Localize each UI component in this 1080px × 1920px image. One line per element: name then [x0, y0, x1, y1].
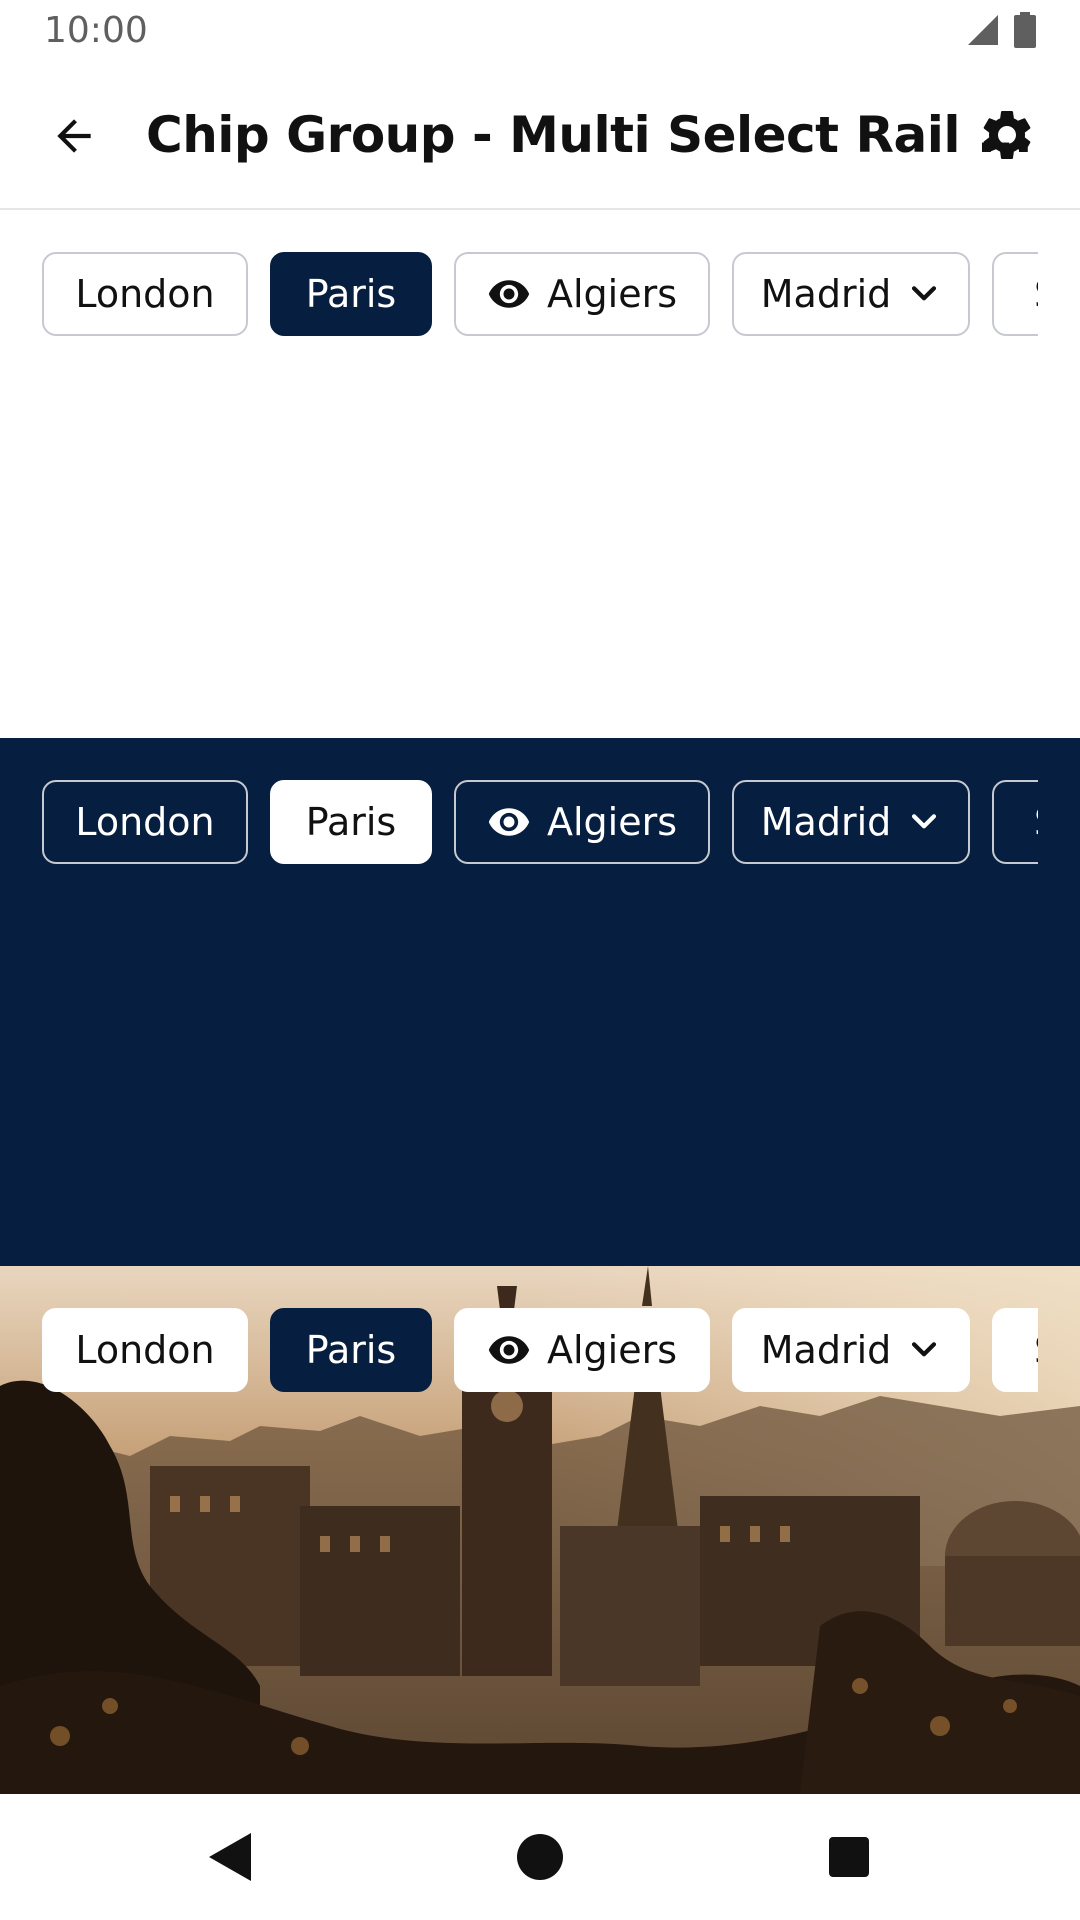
page-title: Chip Group - Multi Select Rail ... — [146, 106, 1033, 164]
eye-icon — [488, 1336, 530, 1364]
dark-rail-section: London Paris Algiers Madrid S — [0, 738, 1080, 1266]
status-bar: 10:00 — [0, 0, 1080, 62]
settings-button[interactable] — [974, 102, 1040, 168]
status-icons — [966, 12, 1036, 48]
chip-partial[interactable]: S — [992, 1308, 1038, 1392]
chevron-down-icon — [912, 814, 937, 829]
chip-label: Madrid — [760, 1328, 892, 1372]
chip-london[interactable]: London — [42, 1308, 248, 1392]
chip-paris[interactable]: Paris — [270, 1308, 432, 1392]
chip-rail-light[interactable]: London Paris Algiers Madrid S — [42, 252, 1038, 336]
arrow-back-icon — [57, 119, 91, 153]
chip-algiers[interactable]: Algiers — [454, 252, 710, 336]
chip-label: Paris — [305, 800, 397, 844]
nav-home-button[interactable] — [507, 1824, 573, 1890]
chip-label: Algiers — [546, 800, 678, 844]
home-circle-icon — [517, 1834, 563, 1880]
eye-icon — [488, 808, 530, 836]
signal-icon — [968, 15, 998, 45]
chip-label: Madrid — [760, 800, 892, 844]
chip-label: S — [1034, 1328, 1038, 1372]
chip-madrid[interactable]: Madrid — [732, 780, 970, 864]
light-rail-section: London Paris Algiers Madrid S — [0, 210, 1080, 738]
nav-recents-button[interactable] — [816, 1824, 882, 1890]
eye-icon — [488, 280, 530, 308]
chip-rail-image[interactable]: London Paris Algiers Madrid S — [42, 1308, 1038, 1392]
chip-london[interactable]: London — [42, 780, 248, 864]
chevron-down-icon — [912, 286, 937, 301]
chip-label: S — [1034, 800, 1038, 844]
chip-label: Paris — [305, 272, 397, 316]
chip-madrid[interactable]: Madrid — [732, 252, 970, 336]
gear-icon — [983, 110, 1031, 159]
chip-partial[interactable]: S — [992, 780, 1038, 864]
nav-back-button[interactable] — [196, 1824, 262, 1890]
status-time: 10:00 — [44, 10, 148, 51]
chip-label: Algiers — [546, 272, 678, 316]
chip-partial[interactable]: S — [992, 252, 1038, 336]
chip-label: S — [1034, 272, 1038, 316]
chip-algiers[interactable]: Algiers — [454, 780, 710, 864]
app-bar: Chip Group - Multi Select Rail ... — [0, 62, 1080, 210]
chip-label: London — [75, 800, 215, 844]
recents-square-icon — [829, 1837, 869, 1877]
chip-rail-dark[interactable]: London Paris Algiers Madrid S — [42, 780, 1038, 864]
chip-label: London — [75, 1328, 215, 1372]
chip-madrid[interactable]: Madrid — [732, 1308, 970, 1392]
chip-algiers[interactable]: Algiers — [454, 1308, 710, 1392]
battery-icon — [1014, 12, 1036, 48]
chip-label: Paris — [305, 1328, 397, 1372]
chevron-down-icon — [912, 1342, 937, 1357]
back-triangle-icon — [209, 1833, 251, 1881]
system-navigation-bar — [0, 1794, 1080, 1920]
chip-paris[interactable]: Paris — [270, 780, 432, 864]
chip-label: Madrid — [760, 272, 892, 316]
chip-label: London — [75, 272, 215, 316]
chip-london[interactable]: London — [42, 252, 248, 336]
chip-label: Algiers — [546, 1328, 678, 1372]
back-button[interactable] — [42, 104, 106, 168]
image-rail-section: London Paris Algiers Madrid S — [0, 1266, 1080, 1794]
chip-paris[interactable]: Paris — [270, 252, 432, 336]
